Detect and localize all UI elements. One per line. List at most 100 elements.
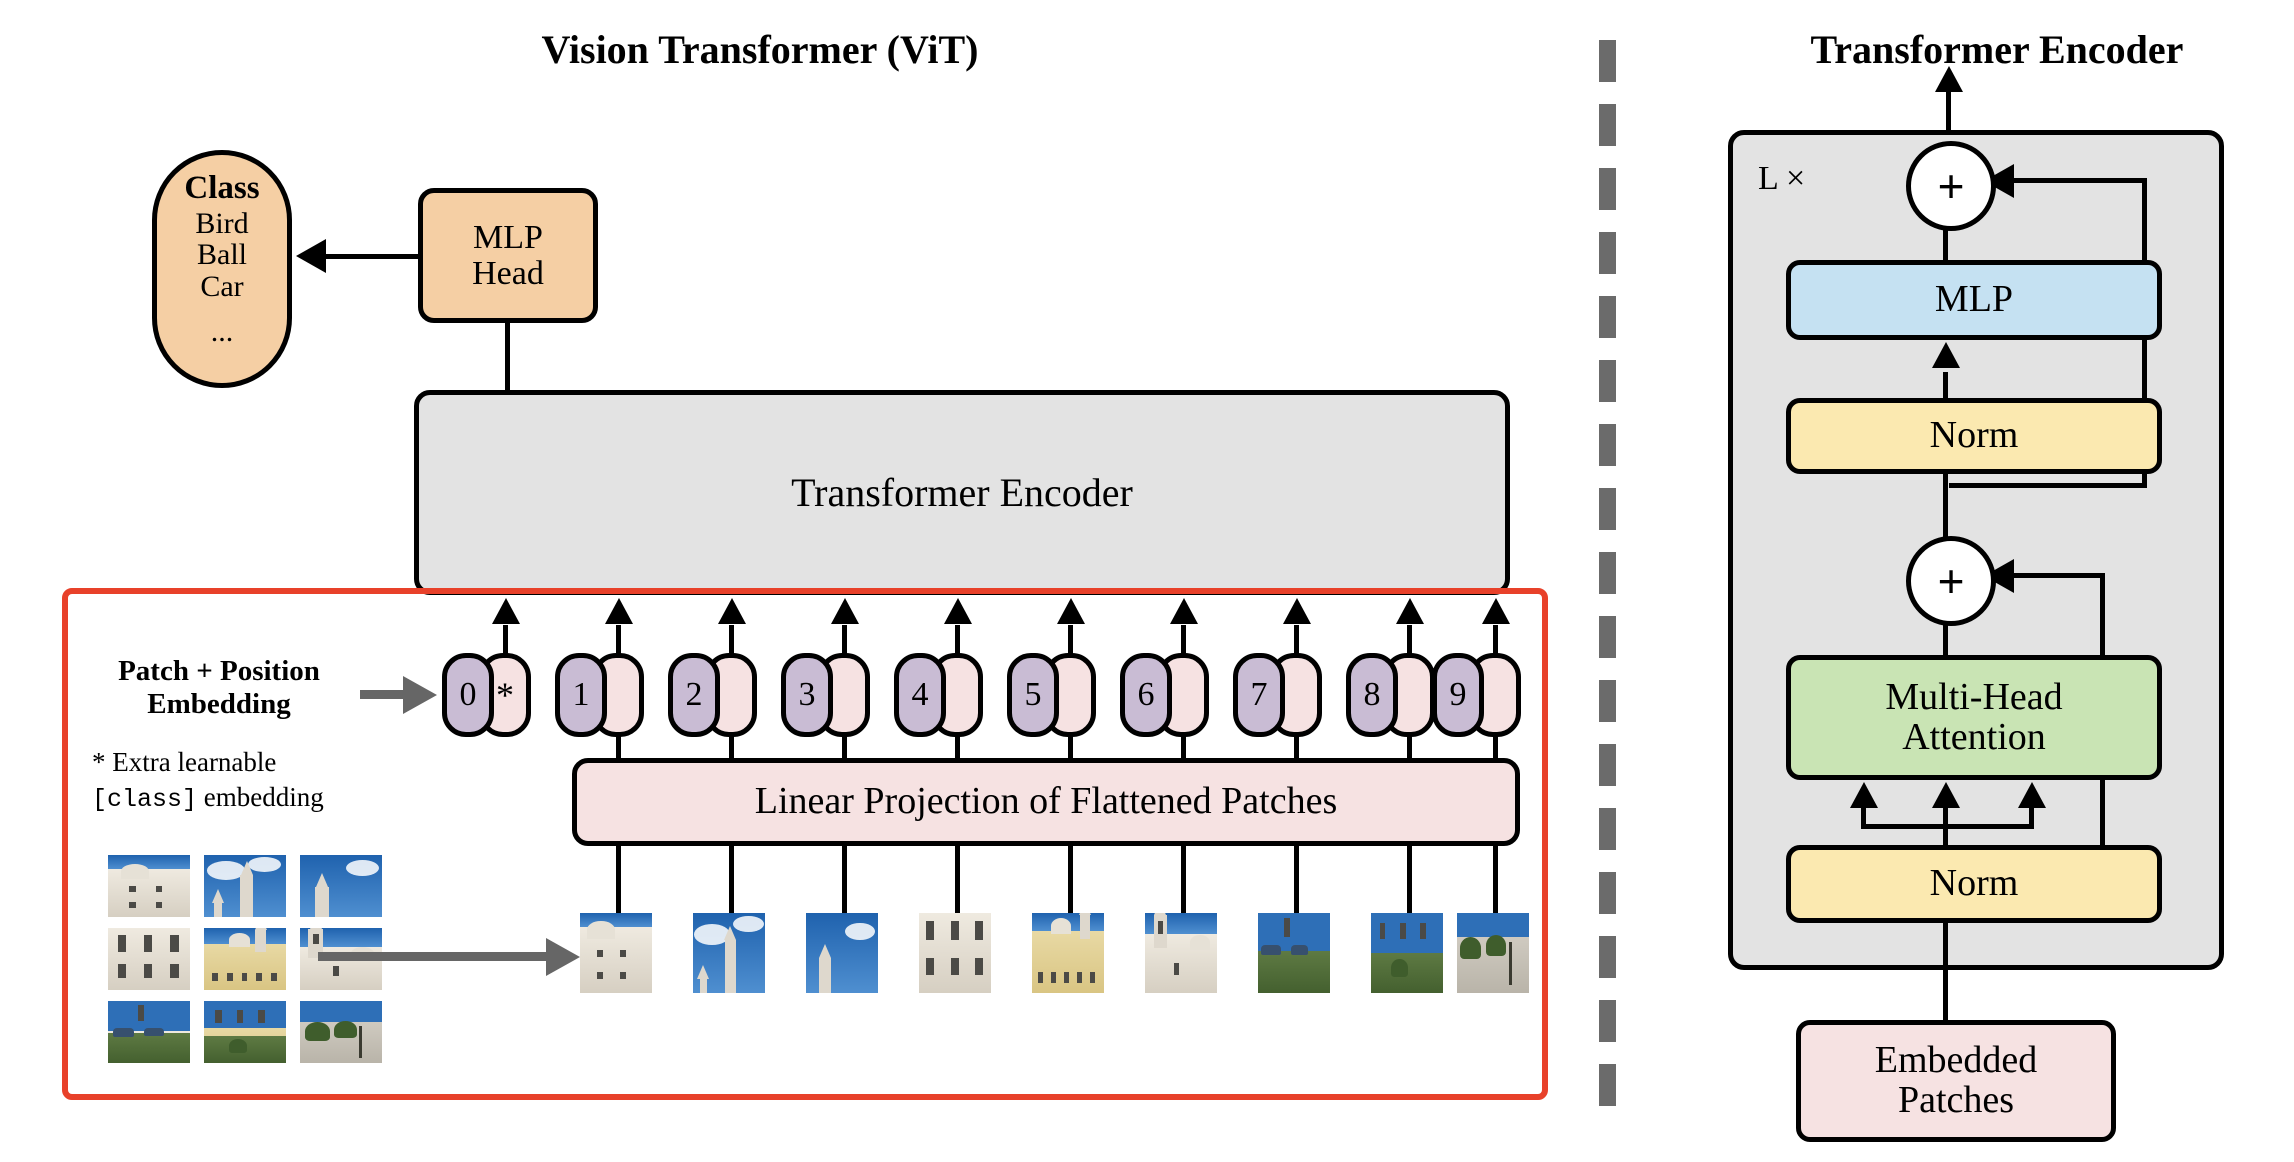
token-position-3: 3: [781, 653, 833, 737]
token-position-1: 1: [555, 653, 607, 737]
panel-divider-dash-9: [1599, 552, 1616, 594]
class-item-car: Car: [200, 269, 244, 303]
class-heading: Class: [184, 170, 260, 206]
panel-divider-dash-6: [1599, 360, 1616, 402]
mlp-to-class-line: [322, 254, 422, 259]
linear-projection-label: Linear Projection of Flattened Patches: [754, 780, 1338, 823]
encoder-norm-top-label: Norm: [1929, 414, 2019, 457]
token-position-label-3: 3: [798, 676, 816, 713]
panel-divider-dash-7: [1599, 424, 1616, 466]
embedded-patches-label-1: Embedded: [1874, 1039, 2038, 1082]
token-9-arrow: [1482, 598, 1510, 624]
token-position-label-4: 4: [911, 676, 929, 713]
patch-position-embedding-label: Patch + Position Embedding: [84, 655, 354, 721]
class-token-literal: [class]: [92, 785, 198, 815]
token-5-arrow: [1057, 598, 1085, 624]
encoder-repeat-label: L ×: [1758, 160, 1806, 197]
mlp-head-label-2: Head: [472, 254, 544, 292]
encoder-norm-top-block: Norm: [1786, 398, 2162, 474]
projection-to-patch-line-9: [1493, 842, 1498, 920]
panel-divider-dash-10: [1599, 616, 1616, 658]
sequence-patch-1: [580, 913, 652, 993]
token-position-label-7: 7: [1250, 676, 1268, 713]
projection-to-patch-line-1: [616, 842, 621, 920]
sequence-patch-2: [693, 913, 765, 993]
footnote-text: Extra learnable: [112, 747, 277, 777]
residual-add-top-symbol: +: [1937, 160, 1965, 212]
linear-projection-box: Linear Projection of Flattened Patches: [572, 758, 1520, 846]
token-3-arrow: [831, 598, 859, 624]
token-position-label-1: 1: [572, 676, 590, 713]
encoder-attention-label-2: Attention: [1902, 715, 2046, 758]
panel-divider-dash-12: [1599, 744, 1616, 786]
mlp-head-label-1: MLP: [473, 218, 543, 256]
token-position-6: 6: [1120, 653, 1172, 737]
token-position-label-0: 0: [459, 676, 477, 713]
class-item-bird: Bird: [195, 206, 249, 240]
footnote-line2: [class] embedding: [92, 780, 392, 817]
panel-divider-dash-1: [1599, 40, 1616, 82]
source-patch-r2c1: [108, 928, 190, 990]
token-6-arrow: [1170, 598, 1198, 624]
embedded-patches-block: Embedded Patches: [1796, 1020, 2116, 1142]
token-position-4: 4: [894, 653, 946, 737]
footnote-line1: * Extra learnable: [92, 745, 392, 780]
sequence-patch-5: [1032, 913, 1104, 993]
panel-divider-dash-2: [1599, 104, 1616, 146]
residual-add-bottom-symbol: +: [1937, 555, 1965, 607]
sequence-patch-9: [1457, 913, 1529, 993]
class-output-box: Class Bird Ball Car ...: [152, 150, 292, 388]
token-position-label-9: 9: [1449, 676, 1467, 713]
encoder-mlp-label: MLP: [1934, 278, 2014, 321]
panel-divider-dash-4: [1599, 232, 1616, 274]
panel-divider-dash-5: [1599, 296, 1616, 338]
mlp-head-box: MLP MLP Head: [418, 188, 598, 323]
source-patch-r2c2: [204, 928, 286, 990]
token-position-0: 0: [442, 653, 494, 737]
panel-divider-dash-15: [1599, 936, 1616, 978]
token-position-8: 8: [1346, 653, 1398, 737]
source-patch-r3c3: [300, 1001, 382, 1063]
source-patch-r1c2: [204, 855, 286, 917]
embedding-label-arrow-head: [403, 676, 437, 714]
footnote-asterisk: *: [92, 747, 113, 777]
projection-to-patch-line-3: [842, 842, 847, 920]
token-position-2: 2: [668, 653, 720, 737]
sequence-patch-8: [1371, 913, 1443, 993]
embedded-patches-label-2: Patches: [1897, 1079, 2015, 1121]
norm-top-to-mlp-arrow: [1932, 342, 1960, 368]
source-patch-r1c3: [300, 855, 382, 917]
token-7-arrow: [1283, 598, 1311, 624]
panel-divider-dash-11: [1599, 680, 1616, 722]
panel-divider-dash-16: [1599, 1000, 1616, 1042]
embedding-label-line1: Patch + Position: [118, 655, 320, 687]
projection-to-patch-line-8: [1407, 842, 1412, 920]
encoder-mlp-block: MLP: [1786, 260, 2162, 340]
sequence-patch-6: [1145, 913, 1217, 993]
token-position-9: 9: [1432, 653, 1484, 737]
projection-to-patch-line-7: [1294, 842, 1299, 920]
transformer-encoder-label: Transformer Encoder: [791, 469, 1133, 515]
projection-to-patch-line-6: [1181, 842, 1186, 920]
projection-to-patch-line-4: [955, 842, 960, 920]
embedded-patches-to-encoder-line: [1943, 918, 1948, 1028]
source-patch-r1c1: [108, 855, 190, 917]
image-to-patches-arrow-head: [546, 938, 580, 976]
token-8-arrow: [1396, 598, 1424, 624]
encoder-attention-label-1: Multi-Head: [1885, 675, 2063, 718]
attention-qkv-bus: [1861, 824, 2034, 829]
extra-learnable-footnote: * Extra learnable [class] embedding: [92, 745, 392, 817]
token-2-arrow: [718, 598, 746, 624]
left-panel-title: Vision Transformer (ViT): [541, 27, 979, 72]
panel-divider-dash-17: [1599, 1064, 1616, 1106]
residual-add-bottom: +: [1906, 536, 1996, 626]
right-panel-title: Transformer Encoder: [1810, 27, 2184, 72]
token-position-5: 5: [1007, 653, 1059, 737]
encoder-attention-block: Multi-Head Attention: [1786, 655, 2162, 780]
norm-top-output-line: [1943, 470, 1948, 540]
token-class-star: *: [496, 675, 514, 715]
encoder-output-arrow: [1935, 66, 1963, 92]
token-position-label-8: 8: [1363, 676, 1381, 713]
residual-add-top: +: [1906, 141, 1996, 231]
transformer-encoder-box: Transformer Encoder: [414, 390, 1510, 595]
